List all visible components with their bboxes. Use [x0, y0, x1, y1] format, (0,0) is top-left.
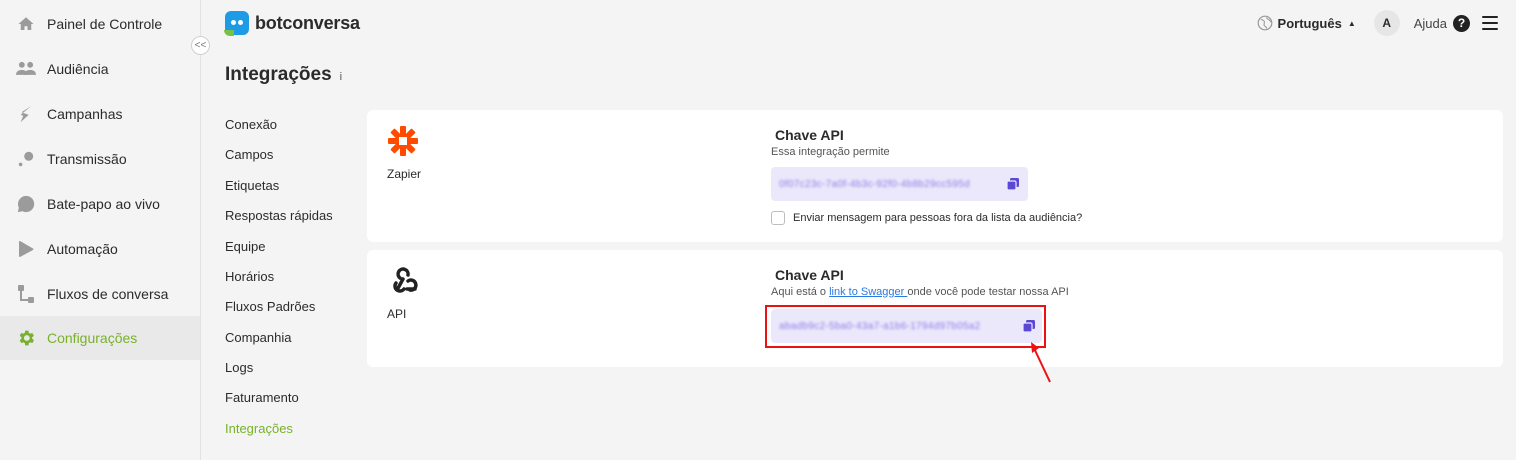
- sidebar-item-label: Fluxos de conversa: [47, 286, 169, 302]
- gear-icon: [16, 328, 36, 348]
- outside-audience-label: Enviar mensagem para pessoas fora da lis…: [793, 212, 1083, 224]
- api-description: Aqui está o link to Swagger onde você po…: [771, 286, 1069, 298]
- copy-icon[interactable]: [1006, 177, 1020, 191]
- settings-nav-integracoes[interactable]: Integrações: [225, 421, 293, 436]
- home-icon: [16, 14, 36, 34]
- hamburger-menu-icon[interactable]: [1482, 16, 1498, 30]
- sidebar-item-label: Automação: [47, 241, 118, 257]
- webhook-icon: [393, 267, 418, 293]
- globe-icon: [1257, 15, 1272, 31]
- broadcast-icon: [16, 149, 36, 169]
- sidebar-item-fluxos-de-conversa[interactable]: Fluxos de conversa: [0, 272, 200, 316]
- zapier-logo-icon: [388, 126, 418, 156]
- zapier-api-description: Essa integração permite: [771, 146, 890, 158]
- brand-logo[interactable]: botconversa: [224, 11, 360, 36]
- sidebar-item-audiencia[interactable]: Audiência: [0, 47, 200, 91]
- settings-nav-etiquetas[interactable]: Etiquetas: [225, 178, 279, 193]
- api-description-suffix: onde você pode testar nossa API: [907, 286, 1069, 298]
- zapier-name: Zapier: [387, 167, 422, 181]
- sidebar-item-configuracoes[interactable]: Configurações: [0, 316, 200, 360]
- zapier-api-title: Chave API: [775, 127, 844, 143]
- settings-nav-fluxos-padroes[interactable]: Fluxos Padrões: [225, 299, 315, 314]
- outside-audience-checkbox[interactable]: [771, 211, 785, 225]
- info-icon[interactable]: i: [340, 71, 342, 83]
- sidebar-item-transmissao[interactable]: Transmissão: [0, 137, 200, 181]
- sidebar-item-label: Painel de Controle: [47, 16, 163, 32]
- settings-nav-horarios[interactable]: Horários: [225, 269, 274, 284]
- collapse-sidebar-button[interactable]: <<: [191, 36, 210, 55]
- language-selector[interactable]: Português ▲: [1257, 15, 1356, 31]
- bot-logo-icon: [224, 11, 249, 36]
- help-icon[interactable]: ?: [1453, 14, 1470, 32]
- settings-nav-companhia[interactable]: Companhia: [225, 330, 292, 345]
- settings-nav-conexao[interactable]: Conexão: [225, 117, 277, 132]
- settings-nav-respostas-rapidas[interactable]: Respostas rápidas: [225, 208, 333, 223]
- swagger-link[interactable]: link to Swagger: [829, 286, 907, 298]
- zapier-integration-card: Zapier Chave API Essa integração permite…: [367, 110, 1503, 242]
- header-actions: Português ▲ A Ajuda ?: [1257, 10, 1498, 36]
- play-icon: [16, 239, 36, 259]
- chat-bubble-icon: [16, 194, 36, 214]
- copy-icon[interactable]: [1022, 319, 1036, 333]
- sidebar-item-label: Campanhas: [47, 106, 123, 122]
- page-title: Integrações i: [225, 64, 342, 86]
- sidebar-item-label: Transmissão: [47, 151, 127, 167]
- campaign-icon: [16, 104, 36, 124]
- settings-nav-campos[interactable]: Campos: [225, 147, 273, 162]
- sidebar-item-label: Configurações: [47, 330, 138, 346]
- sidebar: Painel de Controle Audiência Campanhas T…: [0, 0, 201, 460]
- caret-up-icon: ▲: [1347, 18, 1356, 28]
- api-key-title: Chave API: [775, 267, 844, 283]
- api-key-field[interactable]: abadb9c2-5ba0-43a7-a1b6-1794d97b05a2: [771, 309, 1042, 343]
- zapier-api-key-value: 0f07c23c-7a0f-4b3c-92f0-4b8b29cc595d: [779, 178, 970, 190]
- sidebar-item-automacao[interactable]: Automação: [0, 227, 200, 271]
- flow-icon: [16, 284, 36, 304]
- zapier-api-key-field[interactable]: 0f07c23c-7a0f-4b3c-92f0-4b8b29cc595d: [771, 167, 1028, 201]
- api-integration-card: API Chave API Aqui está o link to Swagge…: [367, 250, 1503, 367]
- help-link[interactable]: Ajuda: [1414, 16, 1447, 31]
- language-label: Português: [1277, 15, 1342, 31]
- api-description-prefix: Aqui está o: [771, 286, 830, 298]
- users-icon: [16, 59, 36, 79]
- sidebar-item-label: Bate-papo ao vivo: [47, 196, 160, 212]
- settings-nav-equipe[interactable]: Equipe: [225, 239, 265, 254]
- api-key-value: abadb9c2-5ba0-43a7-a1b6-1794d97b05a2: [779, 320, 981, 332]
- outside-audience-option: Enviar mensagem para pessoas fora da lis…: [771, 211, 1082, 225]
- page-title-text: Integrações: [225, 64, 332, 85]
- settings-nav-faturamento[interactable]: Faturamento: [225, 390, 299, 405]
- api-name: API: [387, 307, 407, 321]
- sidebar-item-campanhas[interactable]: Campanhas: [0, 92, 200, 136]
- sidebar-item-bate-papo-ao-vivo[interactable]: Bate-papo ao vivo: [0, 182, 200, 226]
- sidebar-item-painel-de-controle[interactable]: Painel de Controle: [0, 2, 200, 46]
- sidebar-item-label: Audiência: [47, 61, 109, 77]
- brand-name: botconversa: [255, 12, 360, 33]
- avatar[interactable]: A: [1373, 10, 1400, 36]
- settings-nav-logs[interactable]: Logs: [225, 360, 253, 375]
